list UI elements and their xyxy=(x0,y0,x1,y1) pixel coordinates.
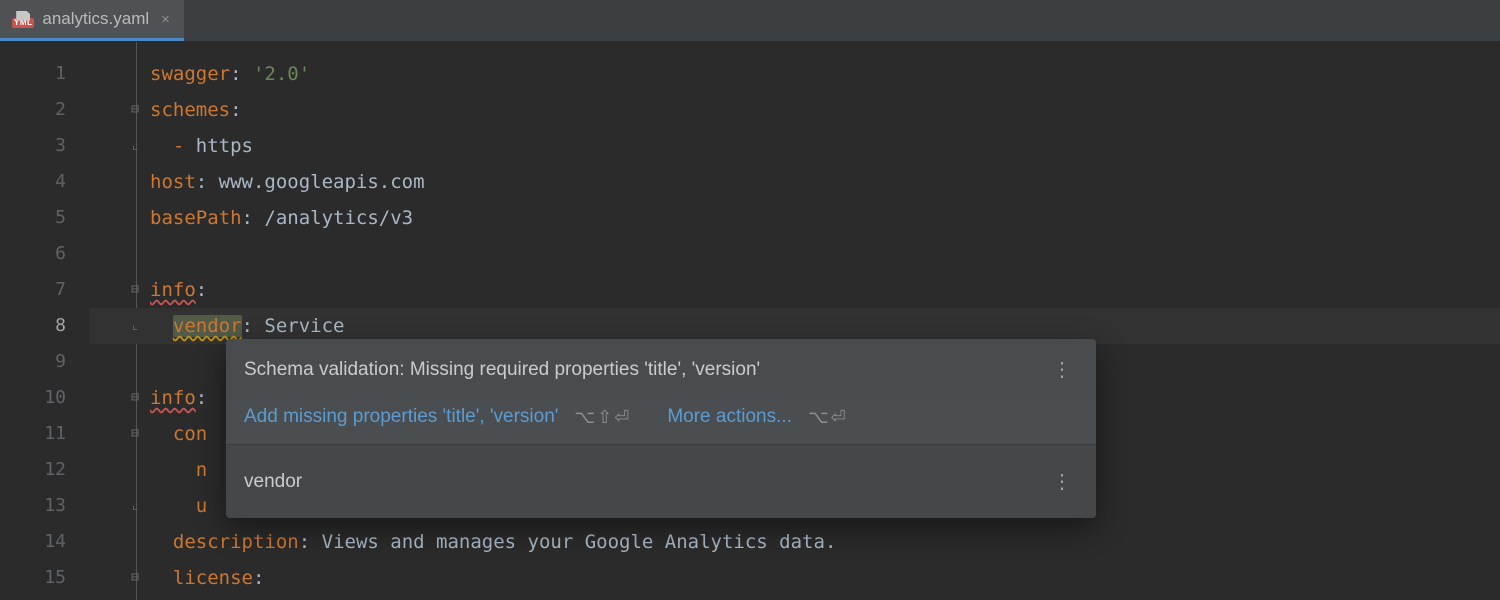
gutter: 1 2 3 4 5 6 7 8 9 10 11 12 13 14 15 xyxy=(0,42,90,600)
code-line[interactable]: host: www.googleapis.com xyxy=(90,164,1500,200)
line-number: 10 xyxy=(0,380,90,416)
code-line[interactable] xyxy=(90,236,1500,272)
line-number: 14 xyxy=(0,524,90,560)
line-number: 6 xyxy=(0,236,90,272)
code-line[interactable]: ⌞ - https xyxy=(90,128,1500,164)
action-more[interactable]: More actions... xyxy=(667,406,792,428)
code-line[interactable]: description: Views and manages your Goog… xyxy=(90,524,1500,560)
tab-filename: analytics.yaml xyxy=(42,9,149,29)
fold-toggle-icon[interactable]: ⊟ xyxy=(128,571,142,585)
fold-toggle-icon[interactable]: ⊟ xyxy=(128,283,142,297)
inspection-title: Schema validation: Missing required prop… xyxy=(244,359,760,381)
fold-toggle-icon[interactable]: ⊟ xyxy=(128,103,142,117)
line-number: 15 xyxy=(0,560,90,596)
action-add-missing[interactable]: Add missing properties 'title', 'version… xyxy=(244,406,558,428)
line-number: 13 xyxy=(0,488,90,524)
inspection-title-row: Schema validation: Missing required prop… xyxy=(226,339,1096,400)
popup-more-icon[interactable]: ⋮ xyxy=(1046,465,1078,498)
inspection-actions-row: Add missing properties 'title', 'version… xyxy=(226,400,1096,445)
inspection-secondary: vendor xyxy=(244,471,302,493)
code-line[interactable]: ⊟schemes: xyxy=(90,92,1500,128)
line-number-current: 8 xyxy=(0,308,90,344)
line-number: 7 xyxy=(0,272,90,308)
tab-bar: YML analytics.yaml × xyxy=(0,0,1500,42)
file-tab-analytics[interactable]: YML analytics.yaml × xyxy=(0,0,184,41)
fold-toggle-icon[interactable]: ⊟ xyxy=(128,391,142,405)
code-line[interactable]: ⊟info: xyxy=(90,272,1500,308)
line-number: 4 xyxy=(0,164,90,200)
yaml-file-icon: YML xyxy=(12,11,34,28)
shortcut-add: ⌥⇧⏎ xyxy=(574,407,631,428)
shortcut-more: ⌥⏎ xyxy=(808,407,848,428)
popup-more-icon[interactable]: ⋮ xyxy=(1046,353,1078,386)
inspection-secondary-row: vendor ⋮ xyxy=(226,445,1096,518)
line-number: 3 xyxy=(0,128,90,164)
code-line[interactable]: swagger: '2.0' xyxy=(90,56,1500,92)
code-line[interactable]: basePath: /analytics/v3 xyxy=(90,200,1500,236)
fold-end-icon[interactable]: ⌞ xyxy=(128,139,142,153)
line-number: 11 xyxy=(0,416,90,452)
code-line[interactable]: ⊟ license: xyxy=(90,560,1500,596)
close-tab-icon[interactable]: × xyxy=(161,11,170,28)
line-number: 12 xyxy=(0,452,90,488)
fold-toggle-icon[interactable]: ⊟ xyxy=(128,427,142,441)
fold-end-icon[interactable]: ⌞ xyxy=(128,499,142,513)
line-number: 1 xyxy=(0,56,90,92)
editor[interactable]: 1 2 3 4 5 6 7 8 9 10 11 12 13 14 15 swag… xyxy=(0,42,1500,600)
line-number: 5 xyxy=(0,200,90,236)
fold-end-icon[interactable]: ⌞ xyxy=(128,319,142,333)
inspection-popup: Schema validation: Missing required prop… xyxy=(226,339,1096,518)
line-number: 2 xyxy=(0,92,90,128)
line-number: 9 xyxy=(0,344,90,380)
